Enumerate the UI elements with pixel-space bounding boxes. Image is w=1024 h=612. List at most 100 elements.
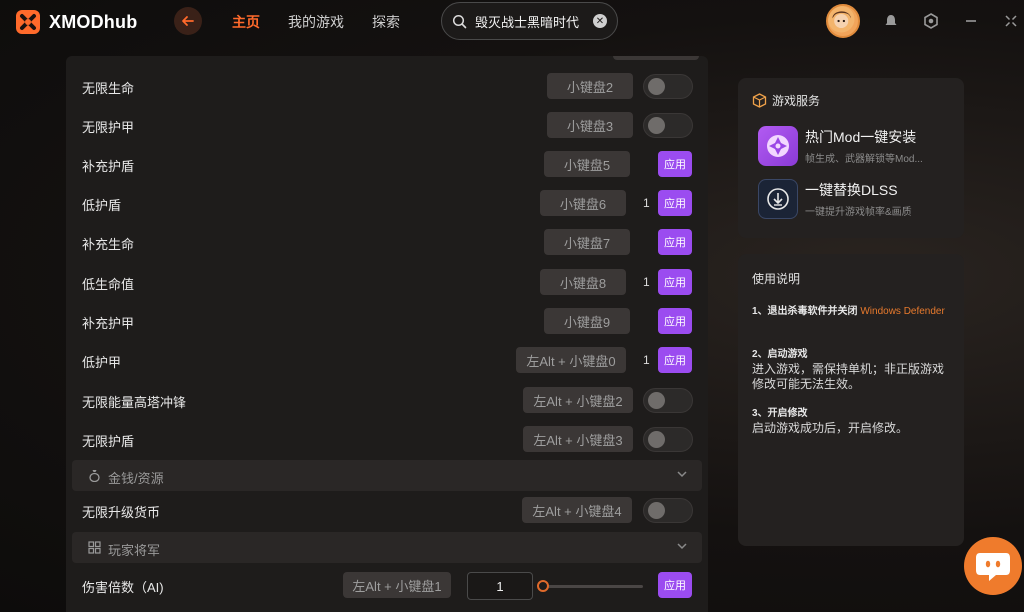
apply-button[interactable]: 应用	[658, 269, 692, 295]
cheat-row: 无限生命 小键盘2	[66, 67, 708, 106]
main-nav: 主页 我的游戏 探索	[232, 12, 400, 32]
step-title: 3、开启修改	[752, 408, 808, 419]
cheat-label: 伤害倍数（AI)	[82, 580, 164, 595]
service-name: 热门Mod一键安装	[805, 129, 917, 145]
cheat-value: 1	[643, 353, 650, 367]
services-header: 游戏服务	[752, 92, 820, 109]
toggle-knob	[648, 431, 665, 448]
hotkey-badge: 左Alt + 小键盘0	[516, 347, 626, 373]
service-name: 一键替换DLSS	[805, 182, 898, 198]
window-controls	[882, 12, 1020, 30]
slider-thumb[interactable]	[537, 580, 549, 592]
cheat-toggle[interactable]	[643, 427, 693, 452]
hotkey-badge: 小键盘2	[547, 73, 633, 99]
apply-button[interactable]: 应用	[658, 572, 692, 598]
multiplier-input[interactable]	[467, 572, 533, 600]
cheat-row: 低护甲 左Alt + 小键盘0 1 应用	[66, 341, 708, 380]
cheat-toggle[interactable]	[643, 113, 693, 138]
cheat-list-panel: 无限生命 小键盘2 无限护甲 小键盘3 补充护盾 小键盘5 应用 低护盾 小键盘…	[66, 56, 708, 612]
grid-icon	[88, 541, 101, 554]
avatar-image	[828, 6, 855, 33]
cheat-row: 补充护甲 小键盘9 应用	[66, 302, 708, 341]
section-player-header[interactable]: 玩家将军	[72, 532, 702, 563]
nav-my-games[interactable]: 我的游戏	[288, 12, 344, 32]
app-logo[interactable]: XMODhub	[14, 8, 137, 36]
hotkey-badge: 左Alt + 小键盘4	[522, 497, 632, 523]
step-body: 启动游戏成功后，开启修改。	[752, 421, 909, 435]
minimize-icon[interactable]	[962, 12, 980, 30]
section-money-header[interactable]: 金钱/资源	[72, 460, 702, 491]
toggle-knob	[648, 78, 665, 95]
search-box: ✕	[441, 2, 618, 40]
services-title: 游戏服务	[772, 94, 821, 108]
cheat-value: 1	[643, 196, 650, 210]
search-input[interactable]	[475, 13, 587, 29]
windows-defender-link: Windows Defender	[860, 306, 945, 317]
nav-explore[interactable]: 探索	[372, 12, 400, 32]
cheat-toggle[interactable]	[643, 74, 693, 99]
service-mod-install[interactable]: 热门Mod一键安装 帧生成、武器解锁等Mod...	[758, 126, 923, 166]
cheat-toggle[interactable]	[643, 498, 693, 523]
cheat-label: 补充护盾	[82, 159, 135, 174]
cheat-label: 无限能量高塔冲锋	[82, 395, 187, 410]
cheat-row: 补充护盾 小键盘5 应用	[66, 145, 708, 184]
settings-icon[interactable]	[922, 12, 940, 30]
cheat-label: 低护甲	[82, 355, 122, 370]
arrow-left-icon	[182, 16, 194, 26]
fullscreen-icon[interactable]	[1002, 12, 1020, 30]
step-title-text: 1、退出杀毒软件并关闭	[752, 306, 858, 317]
section-label: 金钱/资源	[108, 471, 164, 486]
hotkey-badge: 小键盘3	[547, 112, 633, 138]
cheat-row: 无限护盾 左Alt + 小键盘3	[66, 420, 708, 459]
toggle-knob	[648, 502, 665, 519]
previous-row-key-stub	[613, 56, 699, 60]
hotkey-badge: 小键盘7	[544, 229, 630, 255]
clear-search-icon[interactable]: ✕	[593, 14, 607, 28]
instructions-card: 使用说明 1、退出杀毒软件并关闭 Windows Defender 2、启动游戏…	[738, 254, 964, 546]
instruction-step-1: 1、退出杀毒软件并关闭 Windows Defender	[752, 302, 952, 317]
cheat-label: 无限生命	[82, 81, 135, 96]
cheat-label: 无限升级货币	[82, 505, 161, 520]
xmod-logo-icon	[16, 10, 40, 34]
hotkey-badge: 左Alt + 小键盘1	[343, 572, 451, 598]
cheat-row: 低生命值 小键盘8 1 应用	[66, 263, 708, 302]
chevron-down-icon	[677, 471, 687, 478]
multiplier-slider[interactable]	[537, 580, 643, 592]
cheat-value: 1	[643, 275, 650, 289]
cheat-row: 无限升级货币 左Alt + 小键盘4	[66, 491, 708, 530]
hotkey-badge: 小键盘6	[540, 190, 626, 216]
cheat-label: 补充护甲	[82, 316, 135, 331]
back-button[interactable]	[174, 7, 202, 35]
cheat-row: 无限护甲 小键盘3	[66, 106, 708, 145]
apply-button[interactable]: 应用	[658, 151, 692, 177]
cheat-label: 无限护甲	[82, 120, 135, 135]
hotkey-badge: 小键盘9	[544, 308, 630, 334]
hotkey-badge: 左Alt + 小键盘3	[523, 426, 633, 452]
apply-button[interactable]: 应用	[658, 308, 692, 334]
nav-home[interactable]: 主页	[232, 12, 260, 32]
hotkey-badge: 左Alt + 小键盘2	[523, 387, 633, 413]
step-body: 进入游戏，需保持单机；非正版游戏修改可能无法生效。	[752, 362, 945, 391]
cheat-label: 补充生命	[82, 237, 135, 252]
cheat-toggle[interactable]	[643, 388, 693, 413]
cheat-label: 无限护盾	[82, 434, 135, 449]
cheat-label: 低护盾	[82, 198, 122, 213]
user-avatar[interactable]	[826, 4, 860, 38]
box-icon	[752, 93, 767, 108]
service-desc: 帧生成、武器解锁等Mod...	[805, 154, 923, 165]
chevron-down-icon	[677, 543, 687, 550]
apply-button[interactable]: 应用	[658, 229, 692, 255]
step-title: 1、退出杀毒软件并关闭 Windows Defender	[752, 302, 952, 317]
chat-face-icon	[976, 553, 1010, 581]
toggle-knob	[648, 117, 665, 134]
apply-button[interactable]: 应用	[658, 190, 692, 216]
hotkey-badge: 小键盘5	[544, 151, 630, 177]
notification-icon[interactable]	[882, 12, 900, 30]
support-chat-button[interactable]	[964, 537, 1022, 595]
step-title: 2、启动游戏	[752, 349, 808, 360]
service-dlss[interactable]: 一键替换DLSS 一键提升游戏帧率&画质	[758, 179, 912, 219]
search-icon	[452, 14, 467, 28]
apply-button[interactable]: 应用	[658, 347, 692, 373]
app-name: XMODhub	[49, 11, 138, 32]
instruction-step-2: 2、启动游戏 进入游戏，需保持单机；非正版游戏修改可能无法生效。	[752, 345, 952, 392]
